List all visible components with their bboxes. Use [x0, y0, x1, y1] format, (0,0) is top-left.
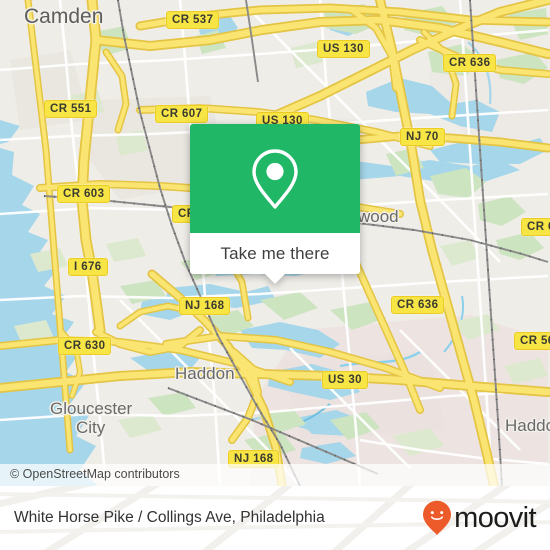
shield-cr-630: CR 630 [58, 337, 112, 355]
osm-attribution[interactable]: © OpenStreetMap contributors [0, 464, 550, 486]
footer-bar: White Horse Pike / Collings Ave, Philade… [0, 486, 550, 550]
shield-i-676: I 676 [68, 258, 108, 276]
shield-cr-636-a: CR 636 [443, 54, 497, 72]
station-title: White Horse Pike / Collings Ave, Philade… [14, 509, 325, 526]
shield-cr-551: CR 551 [44, 100, 98, 118]
popup-action-bar[interactable]: Take me there [190, 233, 360, 284]
popup-pointer-tail [265, 274, 285, 284]
popup-icon-panel [190, 124, 360, 233]
shield-us-30: US 30 [322, 371, 368, 389]
moovit-station-card: Camden wood Haddon Gloucester City Haddo… [0, 0, 550, 550]
shield-nj-70: NJ 70 [400, 128, 445, 146]
shield-nj-168-a: NJ 168 [179, 297, 231, 315]
take-me-there-popup[interactable]: Take me there [190, 124, 360, 284]
shield-cr-6-right: CR 6 [521, 218, 550, 236]
moovit-wordmark: moovit [454, 501, 536, 534]
shield-cr-607: CR 607 [155, 105, 209, 123]
map-pin-icon [252, 148, 298, 209]
shield-us-130-a: US 130 [317, 40, 370, 58]
shield-cr-537: CR 537 [166, 11, 220, 29]
moovit-logo[interactable]: moovit [422, 500, 537, 536]
take-me-there-label: Take me there [220, 243, 330, 263]
shield-cr-636-b: CR 636 [391, 296, 445, 314]
shield-cr-56: CR 56 [514, 332, 550, 350]
shield-cr-603: CR 603 [57, 185, 111, 203]
moovit-pin-smiley-icon [423, 500, 452, 535]
